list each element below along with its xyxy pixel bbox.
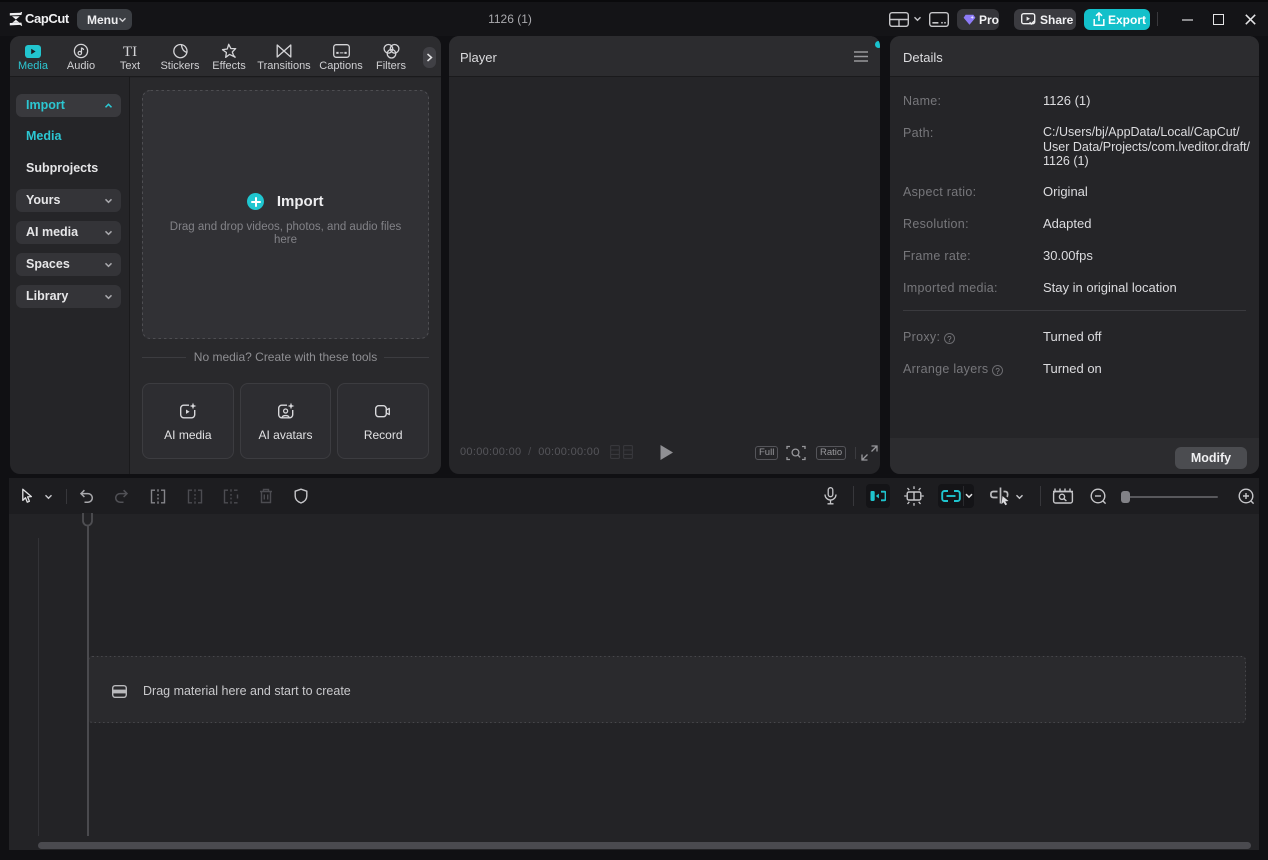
svg-text:TI: TI bbox=[123, 44, 137, 59]
